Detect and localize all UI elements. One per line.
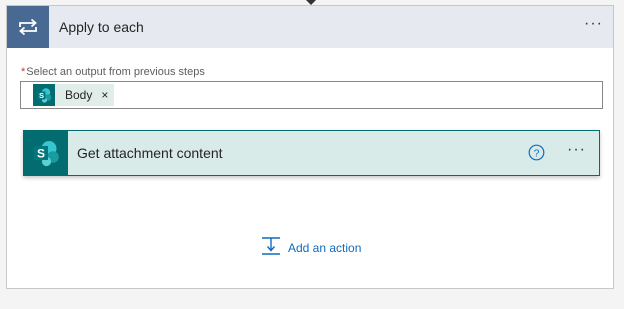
output-field-label-text: Select an output from previous steps <box>26 66 205 78</box>
remove-token-button[interactable]: × <box>101 88 108 102</box>
insert-step-icon <box>261 236 281 261</box>
action-more-options-button[interactable]: ··· <box>567 131 586 175</box>
add-action-button[interactable]: Add an action <box>261 236 362 261</box>
token-label: Body <box>65 88 93 102</box>
sharepoint-icon: S <box>33 84 55 106</box>
svg-text:?: ? <box>534 147 540 159</box>
output-token-input[interactable]: S Body × <box>20 81 603 109</box>
body-token[interactable]: S Body × <box>33 84 115 106</box>
add-action-label: Add an action <box>288 241 362 255</box>
sharepoint-icon: S <box>24 131 68 175</box>
required-mark: * <box>21 66 26 78</box>
apply-to-each-header[interactable]: Apply to each ··· <box>7 6 613 48</box>
svg-text:S: S <box>37 147 45 161</box>
get-attachment-content-action[interactable]: S Get attachment content ? ··· <box>23 130 600 176</box>
more-options-button[interactable]: ··· <box>584 6 603 48</box>
card-title: Apply to each <box>59 19 144 35</box>
svg-text:S: S <box>39 91 44 100</box>
loop-icon <box>7 6 49 48</box>
apply-to-each-card: Apply to each ··· *Select an output from… <box>6 5 614 289</box>
action-title: Get attachment content <box>77 145 223 161</box>
output-field-label: *Select an output from previous steps <box>21 66 205 78</box>
question-circle-icon[interactable]: ? <box>528 144 545 161</box>
